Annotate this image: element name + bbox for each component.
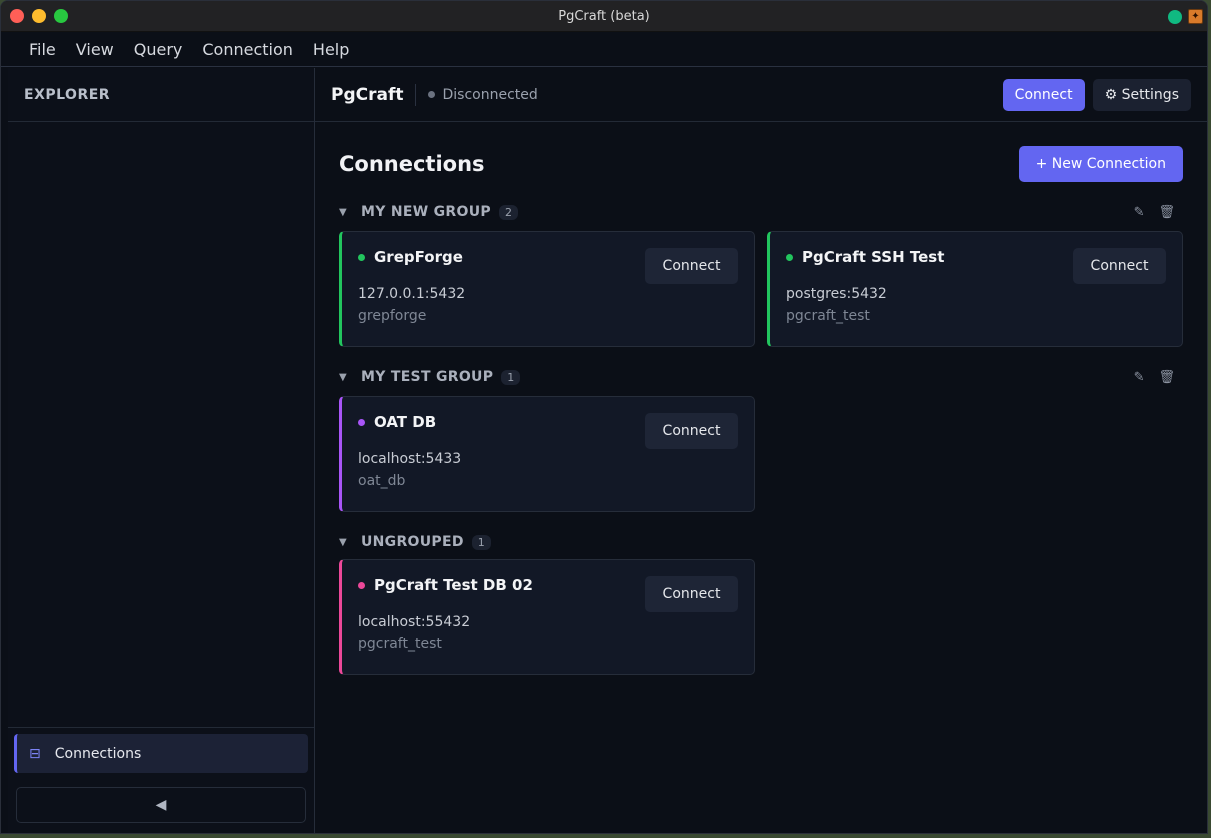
tray-app-icon[interactable]: ✦ bbox=[1188, 9, 1203, 24]
connection-group: ▼ MY NEW GROUP 2 ✎ 🗑 GrepForge Connect 1… bbox=[339, 201, 1183, 347]
chevron-down-icon[interactable]: ▼ bbox=[339, 537, 361, 548]
connection-group: ▼ UNGROUPED 1 PgCraft Test DB 02 Connect… bbox=[339, 531, 1183, 675]
top-bar: PgCraft Disconnected Connect ⚙ Settings bbox=[315, 68, 1207, 122]
connection-name: OAT DB bbox=[374, 413, 437, 431]
card-connect-button[interactable]: Connect bbox=[645, 248, 738, 284]
sidebar-item-connections[interactable]: ⊟ Connections bbox=[14, 734, 308, 773]
settings-button[interactable]: ⚙ Settings bbox=[1092, 78, 1191, 111]
edit-group-icon[interactable]: ✎ bbox=[1134, 205, 1145, 220]
connection-name: PgCraft Test DB 02 bbox=[374, 576, 533, 594]
group-header[interactable]: ▼ MY NEW GROUP 2 ✎ 🗑 bbox=[339, 201, 1183, 223]
content-area: PgCraft Disconnected Connect ⚙ Settings … bbox=[315, 68, 1207, 833]
group-count-badge: 2 bbox=[498, 204, 518, 220]
group-name: MY NEW GROUP bbox=[361, 204, 491, 220]
connection-name: PgCraft SSH Test bbox=[802, 248, 945, 266]
collapse-sidebar-button[interactable]: ◀ bbox=[16, 787, 306, 823]
group-name: MY TEST GROUP bbox=[361, 369, 494, 385]
delete-group-icon[interactable]: 🗑 bbox=[1158, 205, 1175, 220]
connection-host: localhost:55432 bbox=[358, 614, 471, 630]
sidebar: EXPLORER ⊟ Connections ◀ bbox=[1, 68, 315, 833]
menu-help[interactable]: Help bbox=[303, 40, 359, 59]
connection-host: postgres:5432 bbox=[786, 286, 887, 302]
menu-bar: File View Query Connection Help bbox=[1, 32, 1207, 67]
tray-status-icon[interactable] bbox=[1168, 9, 1182, 24]
sidebar-footer: ⊟ Connections ◀ bbox=[8, 727, 314, 833]
status-dot-icon bbox=[358, 418, 365, 426]
menu-query[interactable]: Query bbox=[124, 40, 193, 59]
system-tray: ✦ bbox=[1168, 9, 1203, 24]
connections-panel: Connections + New Connection ▼ MY NEW GR… bbox=[315, 122, 1207, 675]
group-count-badge: 1 bbox=[471, 534, 491, 550]
group-name: UNGROUPED bbox=[361, 534, 464, 550]
status-dot-icon bbox=[428, 91, 436, 98]
chevron-down-icon[interactable]: ▼ bbox=[339, 207, 361, 218]
new-connection-button[interactable]: + New Connection bbox=[1018, 146, 1183, 182]
menu-connection[interactable]: Connection bbox=[192, 40, 303, 59]
group-header[interactable]: ▼ UNGROUPED 1 bbox=[339, 531, 1183, 553]
connection-name: GrepForge bbox=[374, 248, 463, 266]
connection-card[interactable]: GrepForge Connect 127.0.0.1:5432 grepfor… bbox=[339, 231, 755, 347]
sidebar-item-label: Connections bbox=[54, 745, 142, 762]
edit-group-icon[interactable]: ✎ bbox=[1134, 370, 1145, 385]
sidebar-title: EXPLORER bbox=[8, 68, 314, 122]
status-dot-icon bbox=[358, 581, 365, 589]
status-dot-icon bbox=[786, 253, 793, 261]
group-header[interactable]: ▼ MY TEST GROUP 1 ✎ 🗑 bbox=[339, 366, 1183, 388]
card-connect-button[interactable]: Connect bbox=[645, 576, 738, 612]
status-text: Disconnected bbox=[442, 86, 538, 103]
connection-host: 127.0.0.1:5432 bbox=[358, 286, 466, 302]
app-window: PgCraft (beta) ✦ File View Query Connect… bbox=[0, 0, 1208, 834]
app-brand: PgCraft bbox=[331, 83, 417, 106]
group-count-badge: 1 bbox=[501, 369, 521, 385]
connection-status: Disconnected bbox=[428, 86, 538, 103]
connection-database: grepforge bbox=[358, 308, 427, 324]
collapse-left-icon: ◀ bbox=[155, 797, 167, 813]
connection-database: pgcraft_test bbox=[786, 308, 870, 324]
connection-database: pgcraft_test bbox=[358, 636, 442, 652]
database-list-icon: ⊟ bbox=[29, 745, 41, 762]
connection-database: oat_db bbox=[358, 473, 406, 489]
connection-card[interactable]: PgCraft SSH Test Connect postgres:5432 p… bbox=[767, 231, 1183, 347]
chevron-down-icon[interactable]: ▼ bbox=[339, 372, 361, 383]
card-connect-button[interactable]: Connect bbox=[645, 413, 738, 449]
window-title: PgCraft (beta) bbox=[558, 9, 650, 24]
connect-button[interactable]: Connect bbox=[1002, 78, 1085, 111]
menu-view[interactable]: View bbox=[66, 40, 124, 59]
menu-file[interactable]: File bbox=[19, 40, 66, 59]
status-dot-icon bbox=[358, 253, 365, 261]
connection-host: localhost:5433 bbox=[358, 451, 462, 467]
title-bar: PgCraft (beta) ✦ bbox=[1, 1, 1207, 32]
card-connect-button[interactable]: Connect bbox=[1073, 248, 1166, 284]
page-title: Connections bbox=[339, 152, 485, 176]
connection-card[interactable]: PgCraft Test DB 02 Connect localhost:554… bbox=[339, 559, 755, 675]
connection-group: ▼ MY TEST GROUP 1 ✎ 🗑 OAT DB Connect loc… bbox=[339, 366, 1183, 512]
connection-card[interactable]: OAT DB Connect localhost:5433 oat_db bbox=[339, 396, 755, 512]
delete-group-icon[interactable]: 🗑 bbox=[1158, 370, 1175, 385]
